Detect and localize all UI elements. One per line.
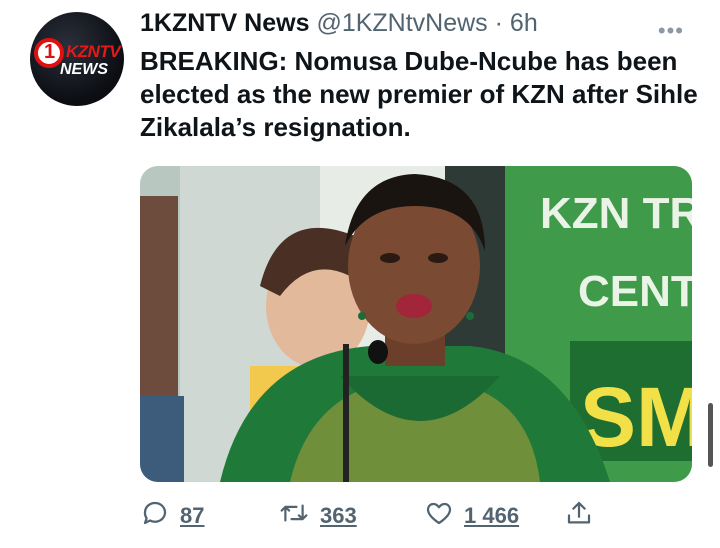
avatar-logo-news: NEWS bbox=[60, 61, 108, 78]
display-name[interactable]: 1KZNTV News bbox=[140, 9, 309, 37]
tweet-media[interactable]: KZN TR CENT SM bbox=[140, 166, 692, 482]
avatar[interactable]: 1 KZNTV NEWS bbox=[30, 12, 124, 106]
timestamp[interactable]: 6h bbox=[510, 9, 538, 37]
tweet-text: BREAKING: Nomusa Dube-Ncube has been ele… bbox=[140, 46, 698, 142]
like-icon bbox=[424, 498, 454, 534]
avatar-logo-kzntv: KZNTV bbox=[66, 42, 121, 61]
like-count: 1 466 bbox=[464, 503, 520, 528]
tweet-header: 1KZNTV News @1KZNtvNews · 6h bbox=[140, 9, 538, 38]
scrollbar[interactable] bbox=[708, 403, 713, 467]
media-image: KZN TR CENT SM bbox=[140, 166, 692, 482]
retweet-button[interactable]: 363 bbox=[278, 498, 357, 534]
retweet-count: 363 bbox=[320, 503, 357, 528]
reply-icon bbox=[140, 498, 170, 534]
like-button[interactable]: 1 466 bbox=[424, 498, 519, 534]
more-icon[interactable]: ••• bbox=[658, 20, 684, 42]
reply-button[interactable]: 87 bbox=[140, 498, 204, 534]
tweet-actions: 87 363 1 466 bbox=[140, 498, 700, 534]
separator: · bbox=[494, 9, 503, 37]
reply-count: 87 bbox=[180, 503, 205, 528]
banner-line-2: CENT bbox=[578, 267, 692, 316]
share-icon bbox=[564, 498, 594, 534]
banner-line-1: KZN TR bbox=[540, 189, 692, 238]
handle[interactable]: @1KZNtvNews bbox=[316, 9, 487, 37]
retweet-icon bbox=[278, 498, 310, 534]
avatar-logo-one: 1 bbox=[44, 41, 56, 63]
share-button[interactable] bbox=[564, 498, 594, 534]
